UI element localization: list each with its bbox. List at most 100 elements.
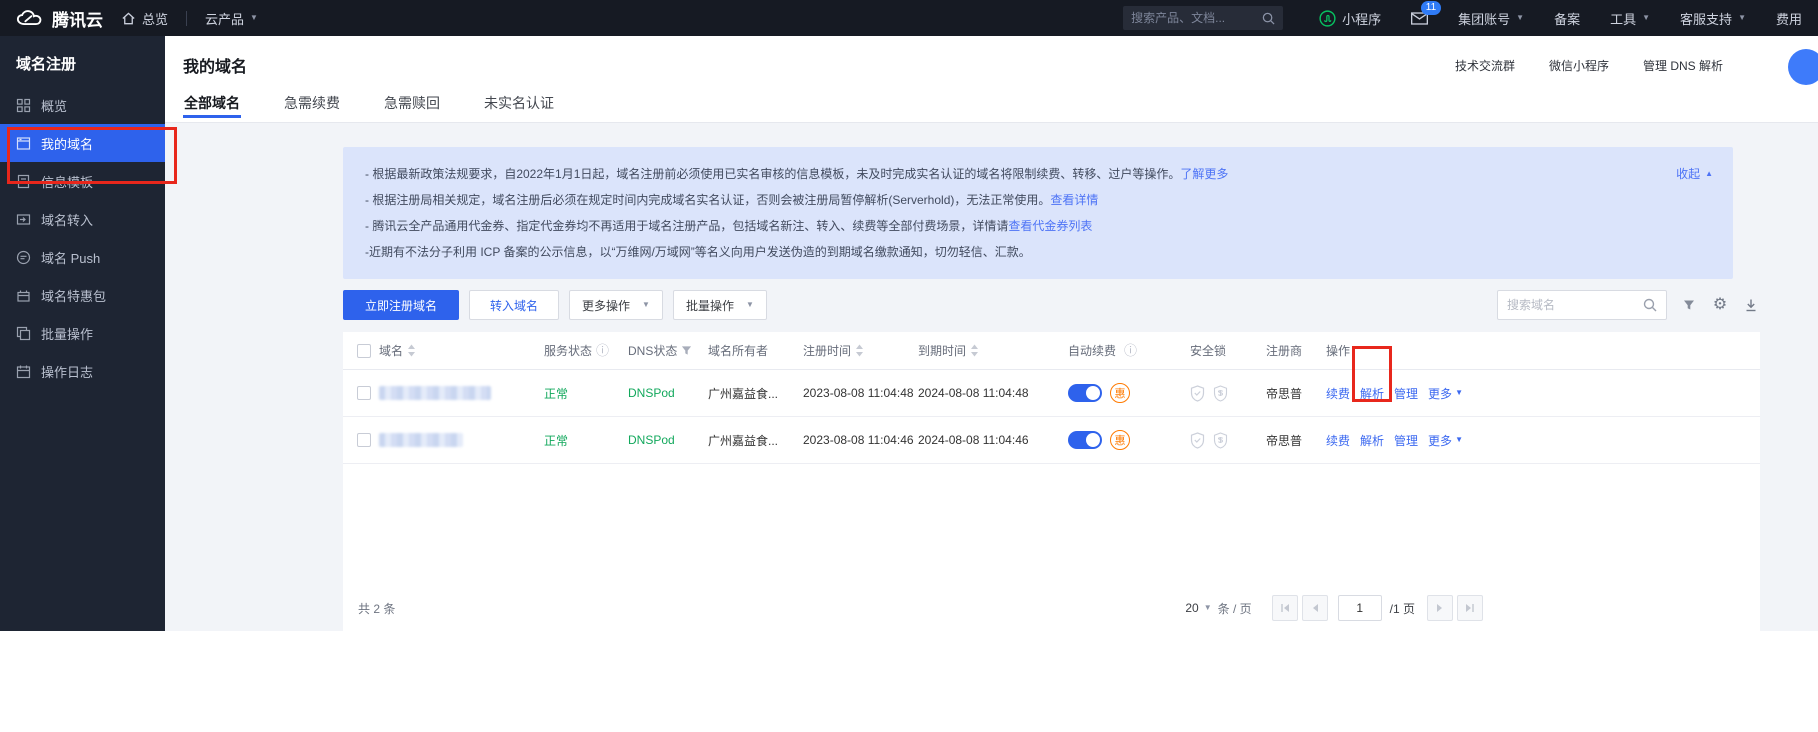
- tab-not-verified[interactable]: 未实名认证: [483, 88, 555, 118]
- document-icon: [16, 174, 31, 189]
- navbar-right: 小程序 11 集团账号 ▼ 备案 工具 ▼ 客服支持 ▼ 费用: [1123, 6, 1802, 30]
- settings-button[interactable]: ⚙: [1711, 296, 1729, 314]
- sidebar-item-transfer-in[interactable]: 域名转入: [0, 200, 165, 238]
- notice-collapse-button[interactable]: 收起 ▲: [1676, 161, 1713, 187]
- resolve-action[interactable]: 解析: [1360, 385, 1384, 402]
- prev-page-button[interactable]: [1302, 595, 1328, 621]
- resolve-action[interactable]: 解析: [1360, 432, 1384, 449]
- nav-mini-program[interactable]: 小程序: [1319, 9, 1381, 28]
- sidebar-item-info-templates[interactable]: 信息模板: [0, 162, 165, 200]
- prev-page-icon: [1311, 603, 1319, 613]
- promo-badge: 惠: [1110, 430, 1130, 450]
- renew-action[interactable]: 续费: [1326, 385, 1350, 402]
- tab-renewal-urgent[interactable]: 急需续费: [283, 88, 341, 118]
- dns-status[interactable]: DNSPod: [628, 433, 675, 447]
- sort-icon[interactable]: [407, 344, 416, 357]
- page-number-input[interactable]: [1338, 595, 1382, 621]
- sidebar-item-overview[interactable]: 概览: [0, 86, 165, 124]
- row-checkbox[interactable]: [357, 386, 371, 400]
- chevron-down-icon: ▼: [1204, 604, 1212, 612]
- first-page-button[interactable]: [1272, 595, 1298, 621]
- tab-bar: 全部域名 急需续费 急需赎回 未实名认证: [183, 88, 1818, 118]
- chevron-down-icon: ▼: [1455, 436, 1463, 444]
- link-manage-dns[interactable]: 管理 DNS 解析: [1643, 57, 1723, 74]
- more-action[interactable]: 更多▼: [1428, 432, 1463, 449]
- sidebar-item-my-domains[interactable]: 我的域名: [0, 124, 165, 162]
- tab-all-domains[interactable]: 全部域名: [183, 88, 241, 118]
- manage-action[interactable]: 管理: [1394, 385, 1418, 402]
- download-icon: [1744, 298, 1758, 312]
- renew-action[interactable]: 续费: [1326, 432, 1350, 449]
- sort-icon[interactable]: [970, 344, 979, 357]
- link-tech-group[interactable]: 技术交流群: [1455, 57, 1515, 74]
- select-all-checkbox[interactable]: [357, 344, 371, 358]
- tab-redeem-urgent[interactable]: 急需赎回: [383, 88, 441, 118]
- page: 腾讯云 总览 云产品 ▼ 小程序 11: [0, 0, 1818, 732]
- filter-button[interactable]: [1680, 296, 1698, 314]
- next-page-button[interactable]: [1427, 595, 1453, 621]
- info-icon[interactable]: ⓘ: [1124, 344, 1137, 357]
- nav-messages[interactable]: 11: [1411, 12, 1428, 25]
- filter-funnel-icon[interactable]: [681, 345, 692, 356]
- grid-icon: [16, 98, 31, 113]
- nav-products[interactable]: 云产品 ▼: [205, 9, 258, 28]
- page-bottom-blank: [0, 631, 1818, 732]
- more-operations-button[interactable]: 更多操作 ▼: [569, 290, 663, 320]
- nav-group-account[interactable]: 集团账号 ▼: [1458, 9, 1524, 28]
- registered-time: 2023-08-08 11:04:48: [803, 386, 914, 400]
- sidebar-item-batch-operations[interactable]: 批量操作: [0, 314, 165, 352]
- more-action[interactable]: 更多▼: [1428, 385, 1463, 402]
- row-checkbox[interactable]: [357, 433, 371, 447]
- notice-link-learn-more[interactable]: 了解更多: [1180, 167, 1228, 181]
- notice-line: - 根据最新政策法规要求，自2022年1月1日起，域名注册前必须使用已实名审核的…: [365, 161, 1643, 187]
- nav-support[interactable]: 客服支持 ▼: [1680, 9, 1746, 28]
- first-page-icon: [1280, 603, 1290, 613]
- domain-search[interactable]: [1497, 290, 1667, 320]
- register-domain-button[interactable]: 立即注册域名: [343, 290, 459, 320]
- notification-badge: 11: [1421, 1, 1441, 15]
- calendar-log-icon: [16, 364, 31, 379]
- chevron-down-icon: ▼: [746, 301, 754, 309]
- domain-search-input[interactable]: [1507, 298, 1643, 312]
- chevron-down-icon: ▼: [1455, 389, 1463, 397]
- last-page-button[interactable]: [1457, 595, 1483, 621]
- download-button[interactable]: [1742, 296, 1760, 314]
- navbar-search[interactable]: [1123, 6, 1283, 30]
- help-avatar-button[interactable]: [1788, 49, 1818, 85]
- batch-operations-button[interactable]: 批量操作 ▼: [673, 290, 767, 320]
- sidebar-item-domain-deals[interactable]: 域名特惠包: [0, 276, 165, 314]
- nav-icp[interactable]: 备案: [1554, 9, 1580, 28]
- notice-line: -近期有不法分子利用 ICP 备案的公示信息，以“万维网/万域网”等名义向用户发…: [365, 239, 1643, 265]
- dns-status[interactable]: DNSPod: [628, 386, 675, 400]
- domain-table: 域名 服务状态ⓘ DNS状态 域名所有者 注册时间 到期时间 自动续费ⓘ 安全锁…: [343, 332, 1760, 631]
- auto-renew-toggle[interactable]: [1068, 384, 1102, 402]
- notice-line: - 根据注册局相关规定，域名注册后必须在规定时间内完成域名实名认证，否则会被注册…: [365, 187, 1643, 213]
- navbar-search-input[interactable]: [1131, 11, 1262, 25]
- nav-divider: [186, 11, 187, 26]
- gift-package-icon: [16, 288, 31, 303]
- last-page-icon: [1465, 603, 1475, 613]
- nav-tools[interactable]: 工具 ▼: [1610, 9, 1650, 28]
- sort-icon[interactable]: [855, 344, 864, 357]
- manage-action[interactable]: 管理: [1394, 432, 1418, 449]
- domain-redacted: [379, 433, 463, 447]
- domain-owner: 广州嘉益食...: [708, 432, 778, 449]
- per-page-label: 条 / 页: [1218, 600, 1252, 617]
- notice-link-details[interactable]: 查看详情: [1050, 193, 1098, 207]
- sidebar-item-domain-push[interactable]: 域名 Push: [0, 238, 165, 276]
- link-wechat-mini-program[interactable]: 微信小程序: [1549, 57, 1609, 74]
- sidebar-item-operation-logs[interactable]: 操作日志: [0, 352, 165, 390]
- shield-lock-icon: [1190, 432, 1205, 449]
- page-size-select[interactable]: 20 ▼: [1185, 601, 1211, 615]
- notice-link-voucher-list[interactable]: 查看代金券列表: [1008, 219, 1092, 233]
- transfer-in-button[interactable]: 转入域名: [469, 290, 559, 320]
- next-page-icon: [1436, 603, 1444, 613]
- tencent-cloud-logo[interactable]: 腾讯云: [16, 6, 103, 31]
- service-status: 正常: [544, 385, 568, 402]
- nav-overview[interactable]: 总览: [121, 9, 168, 28]
- info-icon[interactable]: ⓘ: [596, 344, 609, 357]
- registrar: 帝思普: [1266, 432, 1302, 449]
- nav-billing[interactable]: 费用: [1776, 9, 1802, 28]
- auto-renew-toggle[interactable]: [1068, 431, 1102, 449]
- chevron-down-icon: ▼: [1516, 14, 1524, 22]
